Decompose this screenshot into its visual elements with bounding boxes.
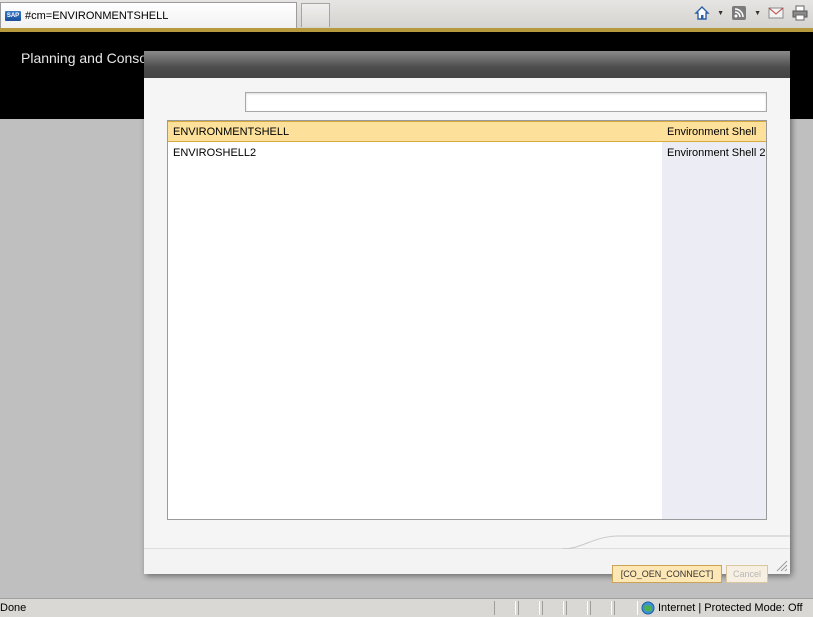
dialog-footer: [CO_OEN_CONNECT] Cancel (144, 535, 790, 583)
security-zone[interactable]: Internet | Protected Mode: Off (641, 601, 803, 615)
search-input[interactable] (245, 92, 767, 112)
cancel-button[interactable]: Cancel (726, 565, 768, 583)
status-segment (614, 601, 638, 615)
environment-id: ENVIROSHELL2 (173, 147, 257, 159)
environment-list: ENVIRONMENTSHELL Environment Shell ENVIR… (167, 120, 767, 520)
status-segment (566, 601, 588, 615)
description-column (662, 121, 766, 519)
status-bar: Done Internet | Protected Mode: Off (0, 598, 813, 617)
status-segment (494, 601, 516, 615)
sap-favicon-icon: SAP (5, 10, 21, 21)
status-segment (542, 601, 564, 615)
connect-button[interactable]: [CO_OEN_CONNECT] (612, 565, 722, 583)
feeds-dropdown-icon[interactable]: ▼ (754, 10, 761, 17)
dialog-body: ENVIRONMENTSHELL Environment Shell ENVIR… (144, 78, 790, 548)
home-icon[interactable] (693, 4, 711, 22)
home-dropdown-icon[interactable]: ▼ (717, 10, 724, 17)
list-item[interactable]: ENVIROSHELL2 Environment Shell 2 (168, 143, 766, 164)
list-item[interactable]: ENVIRONMENTSHELL Environment Shell (168, 121, 766, 142)
browser-tab-bar: SAP #cm=ENVIRONMENTSHELL ▼ ▼ (0, 0, 813, 28)
footer-decoration (562, 535, 790, 549)
status-segment (518, 601, 540, 615)
environment-dialog: ENVIRONMENTSHELL Environment Shell ENVIR… (144, 51, 790, 583)
browser-tab[interactable]: SAP #cm=ENVIRONMENTSHELL (0, 2, 297, 28)
environment-id: ENVIRONMENTSHELL (173, 126, 290, 138)
resize-grip-icon[interactable] (774, 558, 788, 572)
zone-text: Internet | Protected Mode: Off (658, 602, 803, 614)
environment-description: Environment Shell 2 (667, 147, 766, 159)
feeds-icon[interactable] (730, 4, 748, 22)
dialog-titlebar[interactable] (144, 51, 790, 78)
command-bar: ▼ ▼ (693, 4, 809, 22)
tab-title: #cm=ENVIRONMENTSHELL (25, 9, 169, 22)
read-mail-icon[interactable] (767, 4, 785, 22)
new-tab-button[interactable] (301, 3, 330, 27)
status-text: Done (0, 602, 27, 614)
status-segment (590, 601, 612, 615)
print-icon[interactable] (791, 4, 809, 22)
globe-icon (641, 601, 655, 615)
environment-description: Environment Shell (667, 126, 757, 138)
